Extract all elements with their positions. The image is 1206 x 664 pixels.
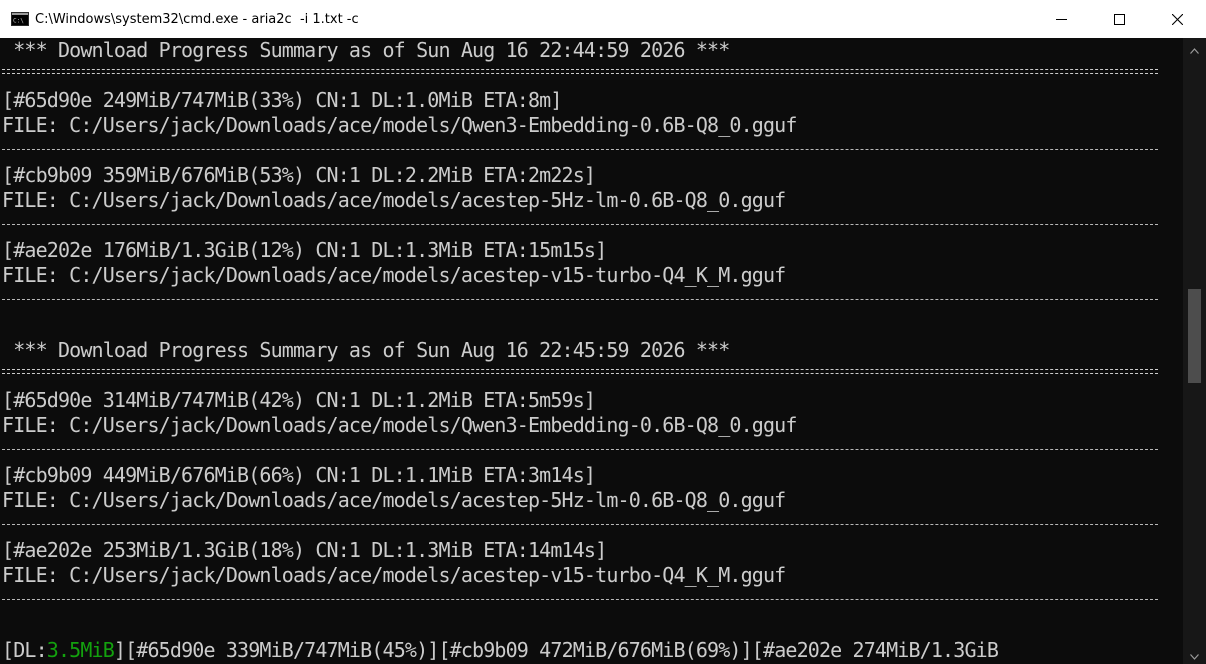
double-divider [2, 69, 1158, 74]
minimize-icon [1055, 10, 1067, 29]
download-file: FILE: C:/Users/jack/Downloads/ace/models… [2, 113, 797, 137]
download-file: FILE: C:/Users/jack/Downloads/ace/models… [2, 263, 786, 287]
svg-text:C:\: C:\ [13, 18, 24, 25]
cmd-icon[interactable]: C:\ [11, 12, 29, 26]
download-file: FILE: C:/Users/jack/Downloads/ace/models… [2, 188, 786, 212]
download-status: [#cb9b09 359MiB/676MiB(53%) CN:1 DL:2.2M… [2, 163, 596, 187]
download-status: [#65d90e 249MiB/747MiB(33%) CN:1 DL:1.0M… [2, 88, 562, 112]
summary-header: *** Download Progress Summary as of Sun … [2, 38, 730, 62]
maximize-button[interactable] [1090, 0, 1148, 38]
summary-header: *** Download Progress Summary as of Sun … [2, 338, 730, 362]
minimize-button[interactable] [1032, 0, 1090, 38]
download-status: [#65d90e 314MiB/747MiB(42%) CN:1 DL:1.2M… [2, 388, 596, 412]
live-status-line: [DL:3.5MiB][#65d90e 339MiB/747MiB(45%)][… [2, 638, 999, 663]
scroll-down-icon [1190, 645, 1199, 664]
scroll-thumb[interactable] [1188, 289, 1201, 383]
window-controls [1032, 0, 1206, 38]
console-output[interactable]: *** Download Progress Summary as of Sun … [0, 38, 1183, 664]
single-divider [2, 599, 1158, 600]
scroll-up-button[interactable] [1183, 38, 1206, 58]
title-bar[interactable]: C:\ C:\Windows\system32\cmd.exe - aria2c… [0, 0, 1206, 38]
download-status: [#ae202e 253MiB/1.3GiB(18%) CN:1 DL:1.3M… [2, 538, 607, 562]
cmd-window: C:\ C:\Windows\system32\cmd.exe - aria2c… [0, 0, 1206, 664]
close-icon [1171, 10, 1183, 29]
single-divider [2, 524, 1158, 525]
single-divider [2, 299, 1158, 300]
single-divider [2, 149, 1158, 150]
scroll-down-button[interactable] [1183, 644, 1206, 664]
window-title: C:\Windows\system32\cmd.exe - aria2c -i … [35, 11, 359, 27]
double-divider [2, 369, 1158, 374]
scroll-up-icon [1190, 39, 1199, 58]
maximize-icon [1113, 10, 1125, 29]
close-button[interactable] [1148, 0, 1206, 38]
single-divider [2, 449, 1158, 450]
status-prefix: [DL: [2, 638, 48, 662]
download-status: [#ae202e 176MiB/1.3GiB(12%) CN:1 DL:1.3M… [2, 238, 607, 262]
status-progress: ][#65d90e 339MiB/747MiB(45%)][#cb9b09 47… [113, 638, 999, 662]
download-status: [#cb9b09 449MiB/676MiB(66%) CN:1 DL:1.1M… [2, 463, 596, 487]
single-divider [2, 224, 1158, 225]
vertical-scrollbar[interactable] [1183, 38, 1206, 664]
download-file: FILE: C:/Users/jack/Downloads/ace/models… [2, 563, 786, 587]
download-file: FILE: C:/Users/jack/Downloads/ace/models… [2, 488, 786, 512]
download-speed: 3.5MiB [46, 638, 115, 662]
download-file: FILE: C:/Users/jack/Downloads/ace/models… [2, 413, 797, 437]
